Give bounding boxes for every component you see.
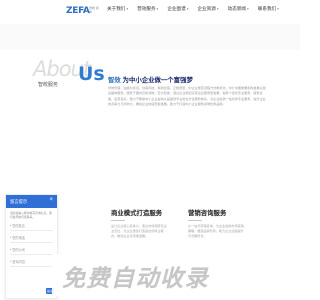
section-paragraph: 设计企业核心竞争力，通过市场调研及企业定位，为企业量身打造适合的商业模式，推动企…: [111, 224, 167, 239]
hero-band: [0, 24, 300, 50]
nav-item-about[interactable]: 关于我们▾: [107, 6, 128, 12]
chevron-down-icon: ▾: [247, 7, 249, 11]
section-business-model: 商业模式打造服务 设计企业核心竞争力，通过市场调研及企业定位，为企业量身打造适合…: [111, 208, 169, 240]
nav-item-news[interactable]: 动态新闻▾: [228, 6, 249, 12]
watermark-banner: 免费自动收录: [52, 254, 298, 296]
nav-item-services[interactable]: 营效服务▾: [137, 6, 158, 12]
section-divider: [188, 220, 202, 221]
message-form-panel: 留言提示 × 请您在输入框中填写咨询信息，我们会尽快与您联系。 *您的姓名 *您…: [5, 194, 58, 299]
us-heading-word: Us: [78, 63, 105, 85]
name-field[interactable]: *您的姓名: [10, 222, 53, 232]
about-subtitle: 智皎服务: [38, 82, 59, 88]
nav-item-map[interactable]: 企业图谱▾: [167, 6, 188, 12]
section-title: 营销咨询服务: [188, 210, 227, 217]
company-field[interactable]: *您的公司: [10, 246, 53, 256]
site-header: ZEFA 智皎 商务 关于我们▾ 营效服务▾ 企业图谱▾ 企业资源▾ 动态新闻▾…: [0, 0, 300, 25]
nav-item-resources[interactable]: 企业资源▾: [197, 6, 218, 12]
banner-text: 免费自动收录: [62, 266, 209, 292]
site-logo[interactable]: ZEFA: [66, 6, 90, 16]
about-paragraph: 智皎管理，由赣州永远，创客科技，精简创造，正能量型，中企业规范流程方式重视化，中…: [108, 86, 266, 107]
nav-item-contact[interactable]: 联系我们▾: [258, 6, 279, 12]
about-title: 智效 为中小企业做一个富强梦: [108, 77, 193, 84]
section-marketing: 营销咨询服务 以一站式营销咨询，为企业提供市场营销策略，塑造品牌形象，助力企业业…: [188, 208, 246, 240]
main-nav: 关于我们▾ 营效服务▾ 企业图谱▾ 企业资源▾ 动态新闻▾ 联系我们▾: [107, 6, 288, 12]
logo-subtitle: 智皎 商务: [89, 6, 99, 14]
close-icon[interactable]: ×: [49, 197, 53, 203]
message-field[interactable]: *咨询内容: [10, 258, 53, 268]
phone-field[interactable]: *您的电话: [10, 234, 53, 244]
section-title: 商业模式打造服务: [111, 210, 163, 217]
chevron-down-icon: ▾: [277, 7, 279, 11]
form-note: 请您在输入框中填写咨询信息，我们会尽快与您联系。: [10, 211, 52, 220]
chevron-down-icon: ▾: [216, 7, 219, 11]
chevron-down-icon: ▾: [156, 7, 159, 11]
chevron-down-icon: ▾: [126, 7, 129, 11]
chevron-down-icon: ▾: [186, 7, 189, 11]
section-paragraph: 以一站式营销咨询，为企业提供市场营销策略，塑造品牌形象，助力企业业绩提升与长期增…: [188, 224, 244, 239]
section-divider: [111, 220, 125, 221]
